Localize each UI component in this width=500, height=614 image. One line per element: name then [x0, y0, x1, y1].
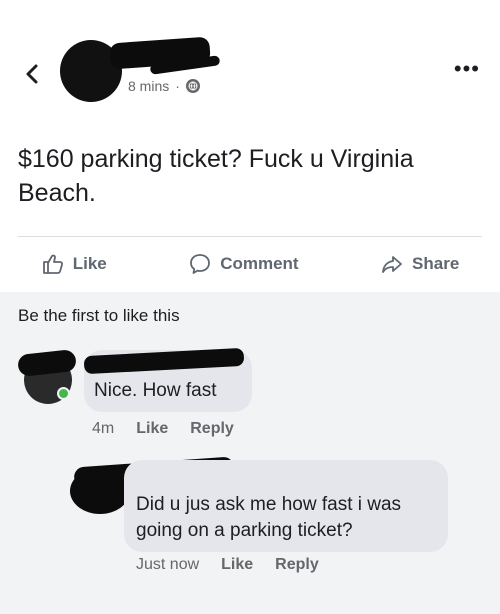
more-options-button[interactable]: •••	[454, 58, 480, 80]
reply-like-button[interactable]: Like	[221, 556, 253, 574]
comment-like-button[interactable]: Like	[136, 420, 168, 438]
reply-actions: Just now Like Reply	[136, 556, 319, 574]
redacted-commenter-name	[83, 347, 245, 375]
comment-button[interactable]: Comment	[188, 252, 299, 276]
reply-text: Did u jus ask me how fast i was going on…	[136, 494, 402, 541]
comment-actions: 4m Like Reply	[92, 420, 234, 438]
globe-icon	[185, 79, 200, 93]
reply-bubble[interactable]: Did u jus ask me how fast i was going on…	[124, 460, 448, 552]
reply-reply-button[interactable]: Reply	[275, 556, 319, 574]
meta-separator: ·	[175, 78, 180, 94]
online-status-dot	[57, 387, 70, 400]
reply-time[interactable]: Just now	[136, 556, 199, 574]
share-button[interactable]: Share	[380, 252, 459, 276]
like-label: Like	[72, 254, 107, 273]
comment-time[interactable]: 4m	[92, 420, 114, 438]
post-card: 8 mins · ••• $160 parking ticket? Fuck u…	[0, 0, 500, 292]
post-meta: 8 mins ·	[128, 78, 200, 94]
speech-bubble-icon	[190, 254, 211, 274]
thumbs-up-icon	[42, 254, 63, 274]
comment-label: Comment	[220, 254, 299, 273]
divider	[18, 236, 482, 237]
post-action-bar: Like Comment Share	[0, 238, 500, 290]
comment-reply-button[interactable]: Reply	[190, 420, 234, 438]
chevron-left-icon	[26, 64, 38, 84]
post-timestamp[interactable]: 8 mins	[128, 78, 169, 94]
likes-summary: Be the first to like this	[18, 306, 180, 325]
share-arrow-icon	[382, 256, 402, 273]
more-dots-icon: •••	[453, 56, 480, 81]
back-button[interactable]	[18, 60, 46, 88]
comment-text: Nice. How fast	[94, 380, 217, 401]
post-text: $160 parking ticket? Fuck u Virginia Bea…	[18, 145, 414, 207]
share-label: Share	[412, 254, 460, 273]
like-button[interactable]: Like	[41, 252, 107, 276]
comment-bubble[interactable]: Nice. How fast	[83, 347, 252, 412]
